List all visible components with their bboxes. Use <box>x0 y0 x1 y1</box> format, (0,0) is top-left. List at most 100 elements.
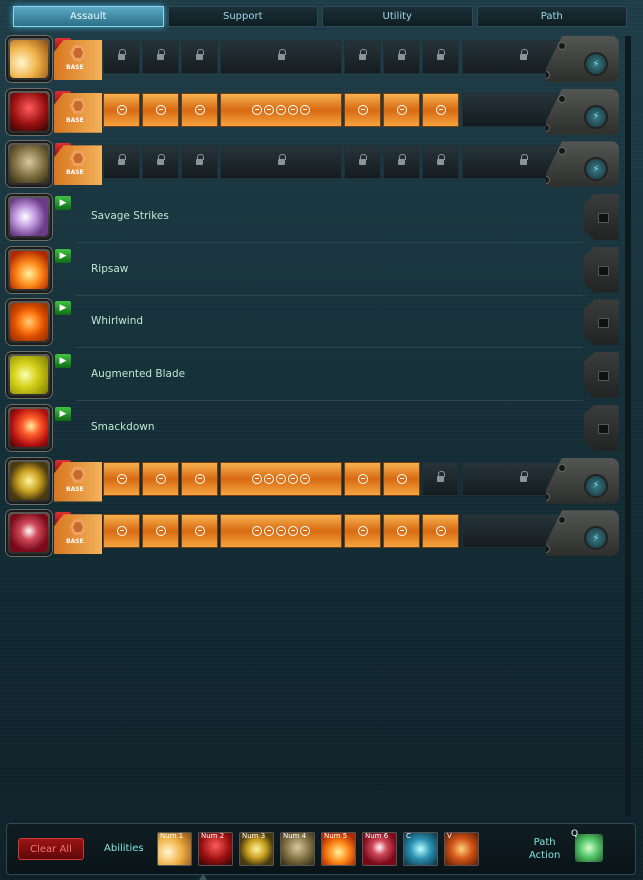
ability-icon-frame[interactable] <box>6 457 52 504</box>
tier-slot[interactable] <box>422 40 459 74</box>
add-arrow-icon[interactable]: ▶ <box>55 354 71 369</box>
lock-icon <box>437 154 445 166</box>
tier-slot[interactable] <box>422 92 459 127</box>
tier-slot[interactable] <box>344 145 381 180</box>
lock-icon <box>277 49 286 61</box>
action-slot-6[interactable]: Num 6 <box>362 832 397 866</box>
slotted-ability-row: ◀ BASE ⚡ <box>6 141 619 188</box>
divider <box>76 347 583 349</box>
base-tier-marker: BASE <box>54 150 100 187</box>
tier-slot[interactable] <box>181 145 218 180</box>
tier-slot[interactable] <box>181 40 218 74</box>
ability-icon-frame[interactable] <box>6 404 52 451</box>
tier-slot[interactable] <box>383 40 420 74</box>
lock-icon <box>398 49 406 61</box>
action-slot-c[interactable]: C <box>403 832 438 866</box>
keybind-label: Num 2 <box>201 832 225 840</box>
ability-name: Augmented Blade <box>91 368 186 381</box>
tier-point-icon <box>300 473 310 484</box>
tier-slot-tier4[interactable] <box>220 40 342 74</box>
tab-assault[interactable]: Assault <box>13 6 164 27</box>
available-ability-row[interactable]: ▶ Smackdown <box>6 404 619 451</box>
tier-slot[interactable] <box>142 461 179 496</box>
ability-icon-frame[interactable] <box>6 88 52 135</box>
lock-icon <box>398 154 406 166</box>
divider <box>76 242 583 244</box>
keybind-label: Num 4 <box>283 832 307 840</box>
tier-point-icon <box>435 104 446 115</box>
row-end-cap <box>584 194 619 241</box>
add-arrow-icon[interactable]: ▶ <box>55 196 71 211</box>
tier-slot[interactable] <box>103 461 140 496</box>
tier-slot[interactable] <box>344 92 381 127</box>
red-strike-icon <box>10 92 48 131</box>
lock-icon <box>359 154 367 166</box>
tier-slot[interactable] <box>103 514 140 549</box>
add-arrow-icon[interactable]: ▶ <box>55 406 71 421</box>
action-slot-1[interactable]: Num 1 <box>157 832 192 866</box>
tier-slot[interactable] <box>383 92 420 127</box>
action-slot-5[interactable]: Num 5 <box>321 832 356 866</box>
action-slot-2[interactable]: Num 2 <box>198 832 233 866</box>
tab-support[interactable]: Support <box>167 6 318 27</box>
tier-point-icon <box>155 526 166 537</box>
tier-slot[interactable] <box>344 461 381 496</box>
tier-slot[interactable] <box>103 145 140 180</box>
tier-slot-tier4[interactable] <box>220 145 342 180</box>
ability-icon-frame[interactable] <box>6 299 52 346</box>
pip-icon <box>558 463 566 472</box>
base-tier-marker: BASE <box>54 466 100 504</box>
tab-utility[interactable]: Utility <box>322 6 473 27</box>
pip-icon <box>558 94 566 103</box>
ability-icon-frame[interactable] <box>6 246 52 293</box>
tier-slot[interactable] <box>181 514 218 549</box>
tier-slot[interactable] <box>103 92 140 127</box>
tier-slot[interactable] <box>344 514 381 549</box>
tier-slot-tier4[interactable] <box>220 92 342 127</box>
tier-point-icon <box>396 526 407 537</box>
available-ability-row[interactable]: ▶ Savage Strikes <box>6 194 619 244</box>
available-ability-row[interactable]: ▶ Whirlwind <box>6 299 619 349</box>
action-slot-v[interactable]: V <box>444 832 479 866</box>
tier-slot[interactable] <box>181 92 218 127</box>
power-orb-icon: ⚡ <box>584 473 608 498</box>
scrollbar[interactable] <box>625 36 631 816</box>
ability-icon-frame[interactable] <box>6 36 52 82</box>
tab-path[interactable]: Path <box>476 6 627 27</box>
ability-icon-frame[interactable] <box>6 510 52 557</box>
path-action-leaf-icon[interactable] <box>575 834 603 862</box>
action-slot-3[interactable]: Num 3 <box>239 832 274 866</box>
tier-slot[interactable] <box>383 461 420 496</box>
tier-slot[interactable] <box>383 145 420 180</box>
tier-slot[interactable] <box>344 40 381 74</box>
tier-slot[interactable] <box>103 40 140 74</box>
tier-slot[interactable] <box>422 461 459 496</box>
tier-slot-tier4[interactable] <box>220 461 342 496</box>
tier-slot[interactable] <box>142 40 179 74</box>
action-slot-4[interactable]: Num 4 <box>280 832 315 866</box>
tier-point-icon <box>116 104 127 115</box>
ability-icon-frame[interactable] <box>6 141 52 188</box>
tier-slot[interactable] <box>383 514 420 549</box>
tier-slot[interactable] <box>422 145 459 180</box>
tier-slot[interactable] <box>142 514 179 549</box>
tier-track <box>103 40 459 74</box>
tier-point-icon <box>276 526 286 537</box>
tier-point-icon <box>155 104 166 115</box>
tier-point-icon <box>300 526 310 537</box>
add-arrow-icon[interactable]: ▶ <box>55 301 71 316</box>
tier-slot-tier4[interactable] <box>220 514 342 549</box>
tier-point-icon <box>252 104 262 115</box>
available-ability-row[interactable]: ▶ Ripsaw <box>6 246 619 296</box>
base-tier-marker: BASE <box>54 45 100 82</box>
clear-all-button[interactable]: Clear All <box>18 838 84 860</box>
tier-slot[interactable] <box>142 145 179 180</box>
add-arrow-icon[interactable]: ▶ <box>55 248 71 263</box>
ability-icon-frame[interactable] <box>6 194 52 241</box>
tier-slot[interactable] <box>422 514 459 549</box>
available-ability-row[interactable]: ▶ Augmented Blade <box>6 352 619 402</box>
tier-slot[interactable] <box>142 92 179 127</box>
ability-icon-frame[interactable] <box>6 352 52 399</box>
base-label: BASE <box>66 116 84 124</box>
tier-slot[interactable] <box>181 461 218 496</box>
